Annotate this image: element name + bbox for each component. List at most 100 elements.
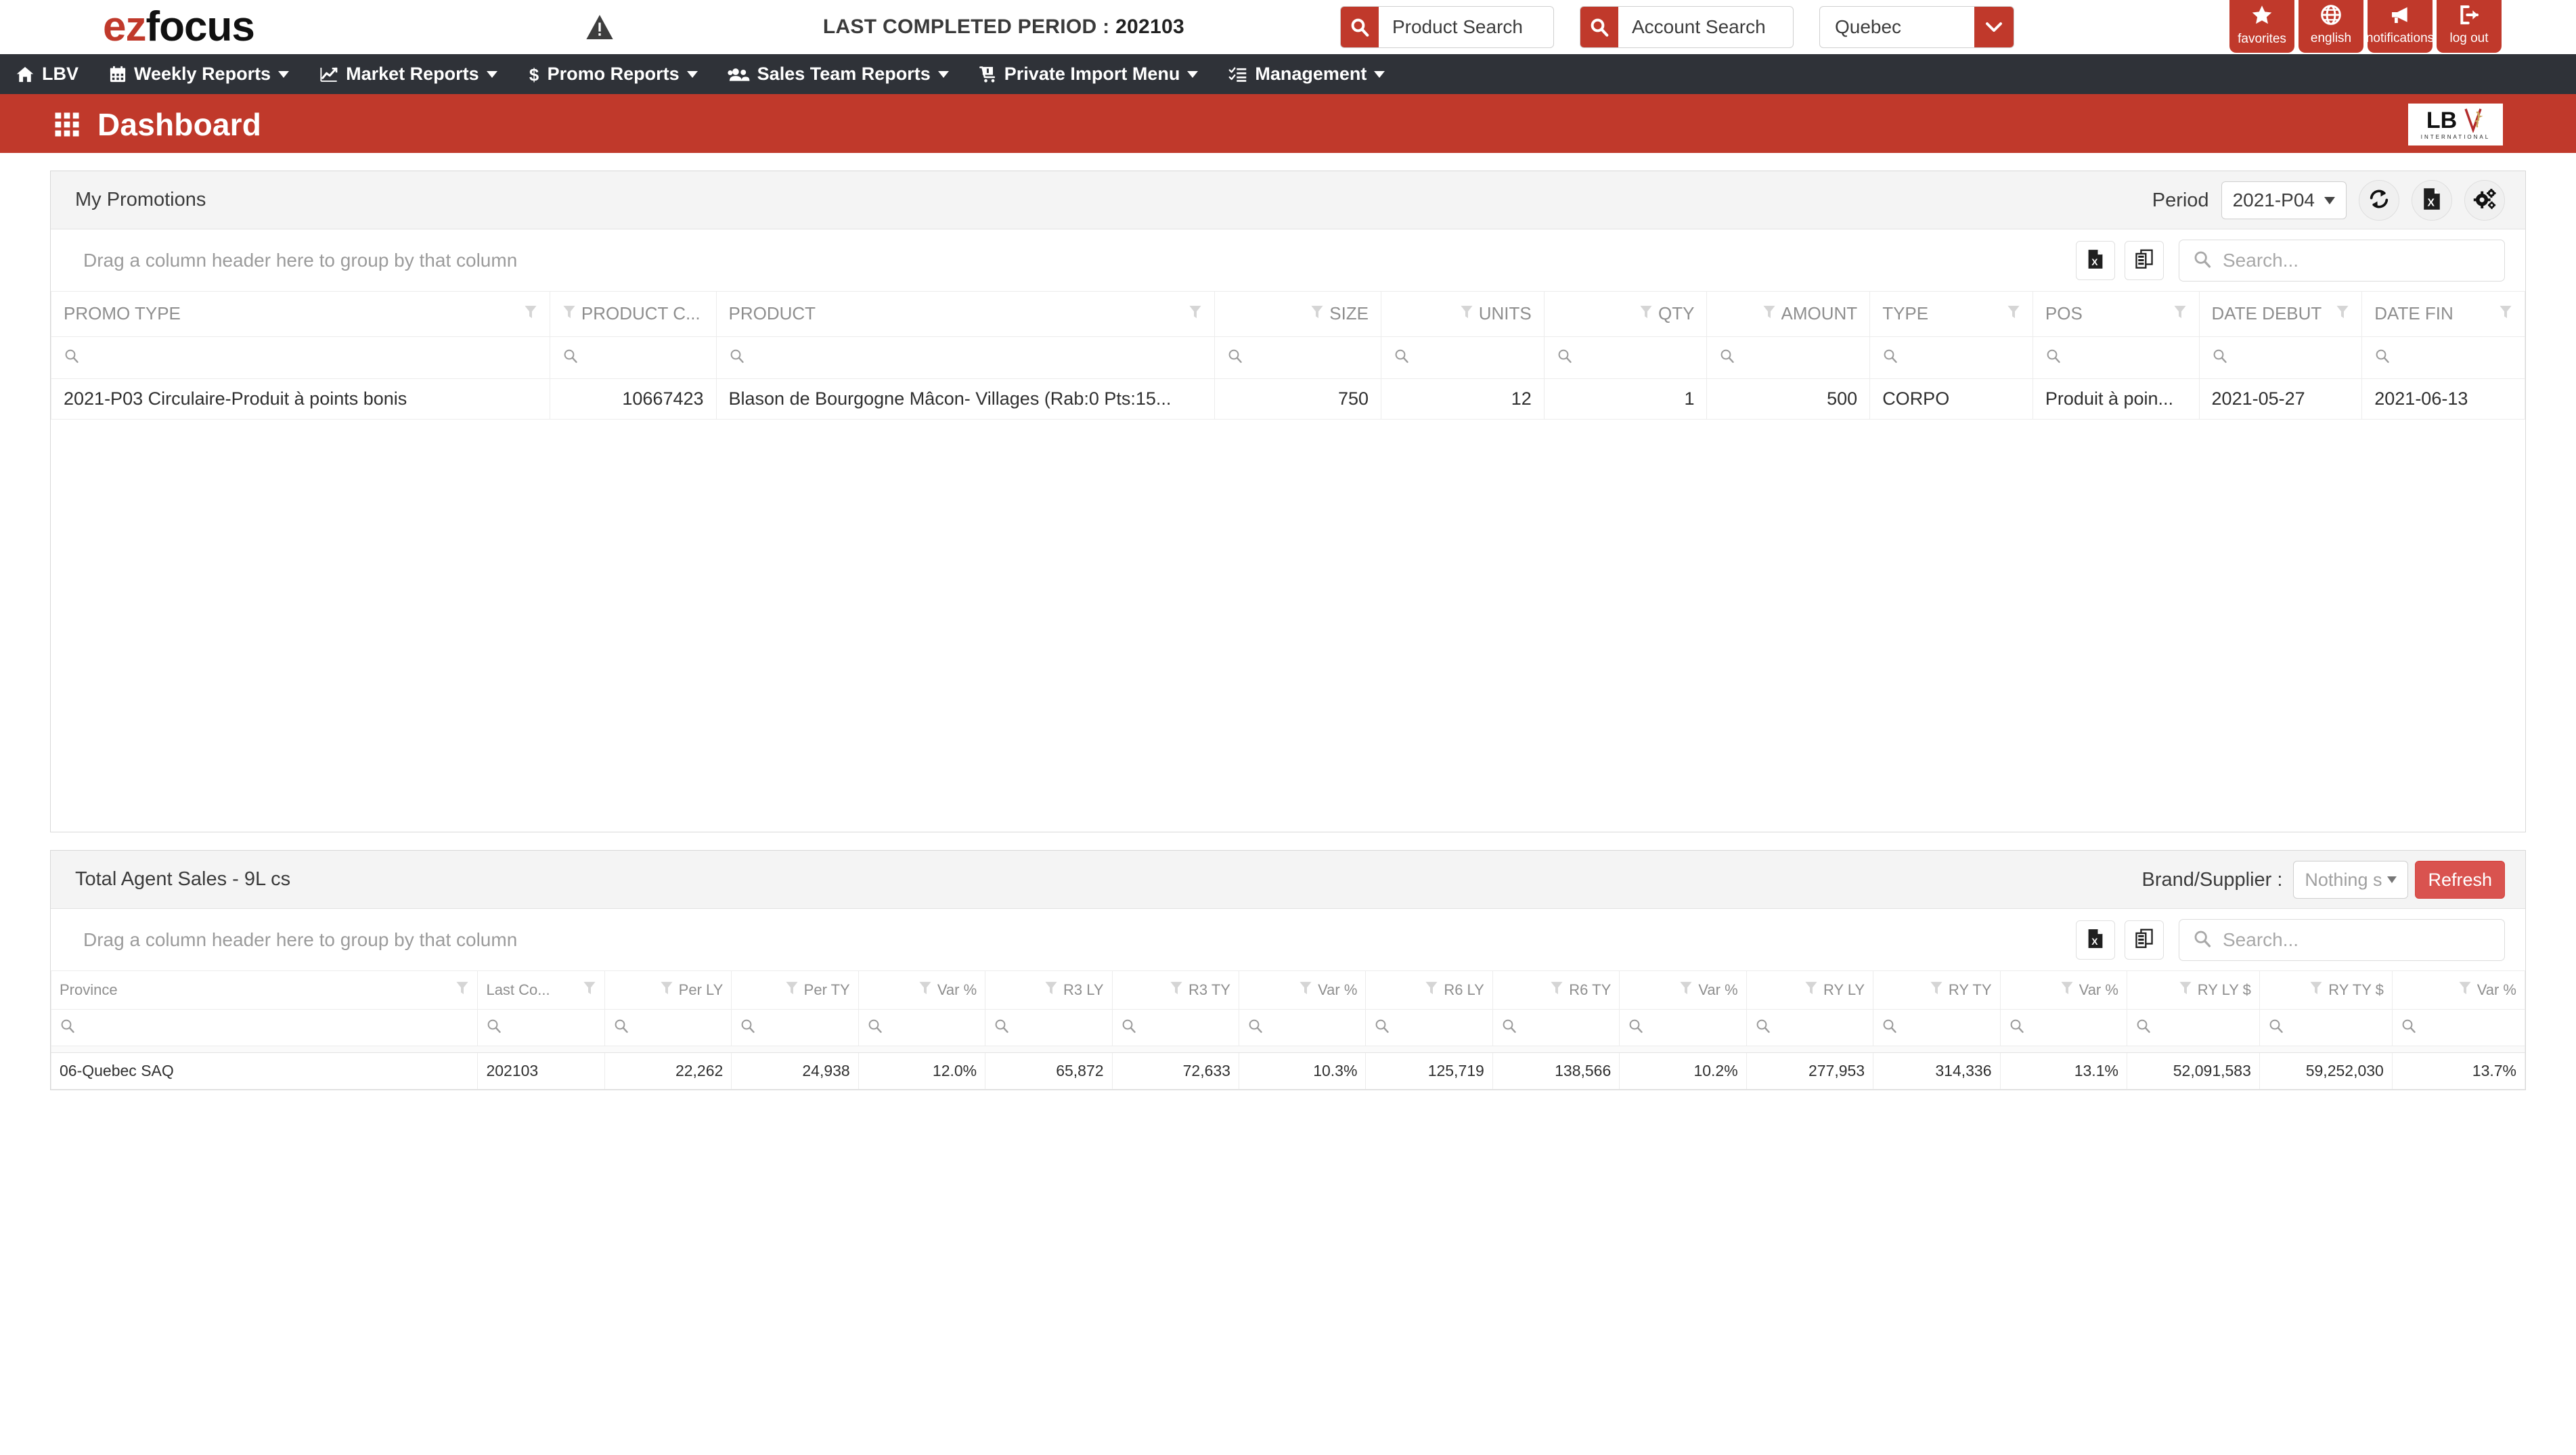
column-filter-input[interactable] (1873, 1008, 2001, 1046)
column-filter-input[interactable] (1111, 1008, 1239, 1046)
filter-funnel-icon[interactable] (2458, 981, 2472, 1000)
logout-button[interactable]: log out (2437, 0, 2502, 53)
export-excel-button[interactable]: X (2412, 180, 2452, 221)
product-search-input[interactable]: Product Search (1339, 6, 1554, 48)
column-filter-input[interactable] (2259, 1008, 2393, 1046)
filter-funnel-icon[interactable] (1460, 303, 1473, 324)
filter-funnel-icon[interactable] (2000, 303, 2020, 324)
column-header-var[interactable]: Var % (858, 971, 986, 1010)
filter-funnel-icon[interactable] (1804, 981, 1818, 1000)
column-filter-input[interactable] (1746, 1008, 1874, 1046)
column-filter-input[interactable] (2361, 336, 2525, 379)
column-header-r3-ty[interactable]: R3 TY (1111, 971, 1239, 1010)
column-header-ry-ty[interactable]: RY TY (1873, 971, 2001, 1010)
column-filter-input[interactable] (51, 336, 550, 379)
filter-funnel-icon[interactable] (1679, 981, 1693, 1000)
column-header-per-ty[interactable]: Per TY (731, 971, 859, 1010)
warning-triangle-icon[interactable] (586, 15, 613, 39)
filter-funnel-icon[interactable] (2329, 303, 2349, 324)
filter-funnel-icon[interactable] (1299, 981, 1312, 1000)
refresh-button[interactable]: Refresh (2415, 861, 2505, 899)
column-header-r6-ly[interactable]: R6 LY (1365, 971, 1493, 1010)
column-header-r6-ty[interactable]: R6 TY (1492, 971, 1620, 1010)
nav-item-market-reports[interactable]: Market Reports (319, 64, 497, 85)
filter-funnel-icon[interactable] (660, 981, 673, 1000)
nav-item-lbv[interactable]: LBV (15, 64, 79, 85)
column-header-var[interactable]: Var % (1619, 971, 1747, 1010)
column-filter-input[interactable] (1869, 336, 2033, 379)
favorites-button[interactable]: favorites (2229, 0, 2294, 53)
column-header-qty[interactable]: QTY (1543, 292, 1708, 337)
column-filter-input[interactable] (985, 1008, 1113, 1046)
column-filter-input[interactable] (50, 1008, 479, 1046)
brand-supplier-dropdown[interactable]: Nothing s (2293, 861, 2409, 899)
notifications-button[interactable]: notifications (2366, 0, 2434, 53)
filter-funnel-icon[interactable] (1170, 981, 1183, 1000)
column-filter-input[interactable] (1381, 336, 1545, 379)
column-filter-input[interactable] (715, 336, 1216, 379)
promotions-search-input[interactable]: Search... (2179, 240, 2505, 282)
language-button[interactable]: english (2299, 0, 2363, 53)
refresh-button[interactable] (2359, 180, 2399, 221)
grid-column-chooser-button[interactable] (2125, 920, 2164, 960)
grid-apps-icon[interactable] (53, 110, 81, 139)
column-filter-input[interactable] (1365, 1008, 1493, 1046)
column-filter-input[interactable] (1999, 1008, 2127, 1046)
column-filter-input[interactable] (1706, 336, 1871, 379)
filter-funnel-icon[interactable] (2167, 303, 2187, 324)
filter-funnel-icon[interactable] (1639, 303, 1653, 324)
filter-funnel-icon[interactable] (1310, 303, 1324, 324)
filter-funnel-icon[interactable] (517, 303, 537, 324)
nav-item-promo-reports[interactable]: $ Promo Reports (527, 64, 698, 85)
settings-button[interactable] (2464, 180, 2505, 221)
column-filter-input[interactable] (1619, 1008, 1747, 1046)
column-filter-input[interactable] (858, 1008, 986, 1046)
promotions-filter-row[interactable] (51, 336, 2525, 379)
column-header-amount[interactable]: AMOUNT (1706, 292, 1871, 337)
column-header-date-fin[interactable]: DATE FIN (2361, 292, 2525, 337)
filter-funnel-icon[interactable] (918, 981, 932, 1000)
column-filter-input[interactable] (604, 1008, 732, 1046)
column-filter-input[interactable] (1238, 1008, 1367, 1046)
column-header-ry-ly[interactable]: RY LY $ (2126, 971, 2260, 1010)
column-header-var[interactable]: Var % (1999, 971, 2127, 1010)
column-filter-input[interactable] (2126, 1008, 2260, 1046)
column-header-province[interactable]: Province (50, 971, 479, 1010)
column-header-size[interactable]: SIZE (1214, 292, 1382, 337)
group-by-drop-area[interactable]: Drag a column header here to group by th… (83, 929, 517, 951)
column-header-ry-ly[interactable]: RY LY (1746, 971, 1874, 1010)
filter-funnel-icon[interactable] (2309, 981, 2323, 1000)
nav-item-management[interactable]: Management (1228, 64, 1385, 85)
column-filter-input[interactable] (477, 1008, 605, 1046)
column-header-type[interactable]: TYPE (1869, 292, 2033, 337)
filter-funnel-icon[interactable] (1425, 981, 1438, 1000)
filter-funnel-icon[interactable] (449, 981, 469, 1000)
column-header-pos[interactable]: POS (2032, 292, 2200, 337)
filter-funnel-icon[interactable] (1930, 981, 1943, 1000)
nav-item-private-import-menu[interactable]: Private Import Menu (979, 64, 1199, 85)
account-search-input[interactable]: Account Search (1579, 6, 1794, 48)
column-filter-input[interactable] (1543, 336, 1708, 379)
column-filter-input[interactable] (731, 1008, 859, 1046)
filter-funnel-icon[interactable] (2060, 981, 2074, 1000)
column-header-var[interactable]: Var % (1238, 971, 1367, 1010)
filter-funnel-icon[interactable] (2492, 303, 2512, 324)
column-header-last-co[interactable]: Last Co... (477, 971, 605, 1010)
column-filter-input[interactable] (2198, 336, 2363, 379)
column-header-per-ly[interactable]: Per LY (604, 971, 732, 1010)
filter-funnel-icon[interactable] (1044, 981, 1058, 1000)
app-logo[interactable]: ezfocus (103, 6, 255, 48)
filter-funnel-icon[interactable] (1182, 303, 1202, 324)
column-header-product[interactable]: PRODUCT (715, 292, 1216, 337)
grid-export-excel-button[interactable]: X (2076, 241, 2115, 280)
column-header-r3-ly[interactable]: R3 LY (985, 971, 1113, 1010)
column-filter-input[interactable] (2391, 1008, 2526, 1046)
column-header-ry-ty[interactable]: RY TY $ (2259, 971, 2393, 1010)
filter-funnel-icon[interactable] (562, 303, 576, 324)
column-header-promo-type[interactable]: PROMO TYPE (51, 292, 550, 337)
filter-funnel-icon[interactable] (785, 981, 799, 1000)
agent-sales-filter-row[interactable] (50, 1008, 2526, 1046)
region-dropdown[interactable]: Quebec (1819, 6, 2014, 48)
table-row[interactable]: 06-Quebec SAQ 202103 22,262 24,938 12.0% 65,8… (50, 1052, 2526, 1090)
column-filter-input[interactable] (549, 336, 717, 379)
